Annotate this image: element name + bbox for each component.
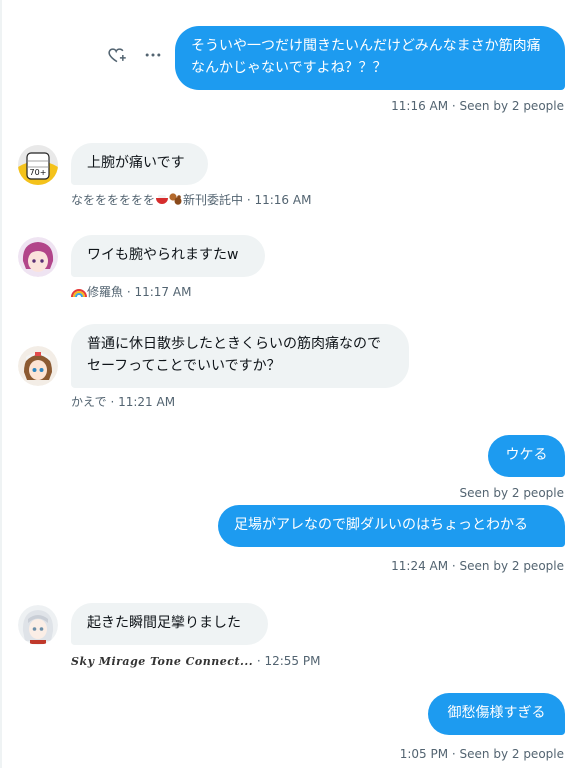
message-meta: 11:24 AM · Seen by 2 people bbox=[391, 559, 564, 573]
message-bubble-incoming[interactable]: 上腕が痛いです bbox=[71, 143, 208, 185]
message-meta: 1:05 PM · Seen by 2 people bbox=[399, 747, 564, 761]
avatar[interactable] bbox=[18, 346, 58, 386]
left-border bbox=[0, 0, 2, 768]
avatar[interactable] bbox=[18, 605, 58, 645]
sender-name[interactable]: Sky Mirage Tone Connect... bbox=[71, 655, 253, 668]
message-time: · 12:55 PM bbox=[253, 654, 321, 668]
message-bubble-outgoing[interactable]: ウケる bbox=[488, 435, 565, 477]
more-icon[interactable] bbox=[142, 44, 164, 66]
message-meta: 11:16 AM · Seen by 2 people bbox=[391, 99, 564, 113]
message-meta: かえで · 11:21 AM bbox=[71, 394, 175, 410]
message-bubble-outgoing[interactable]: 御愁傷様すぎる bbox=[428, 693, 565, 735]
message-meta: なをををををを 新刊委託中 · 11:16 AM bbox=[71, 192, 311, 210]
message-time: · 11:16 AM bbox=[243, 193, 312, 207]
sender-suffix: 新刊委託中 bbox=[183, 193, 244, 207]
svg-text:70+: 70+ bbox=[30, 168, 47, 177]
avatar[interactable] bbox=[18, 237, 58, 277]
message-bubble-incoming[interactable]: 普通に休日散歩したときくらいの筋肉痛なのでセーフってことでいいですか？ bbox=[71, 324, 409, 388]
avatar[interactable]: 70+ bbox=[18, 145, 58, 185]
bowl-emoji-icon bbox=[155, 192, 169, 210]
message-meta: Sky Mirage Tone Connect... · 12:55 PM bbox=[71, 653, 320, 670]
rainbow-emoji-icon bbox=[71, 284, 87, 302]
sender-name[interactable]: なをををををを bbox=[71, 193, 155, 207]
message-meta: 修羅魚 · 11:17 AM bbox=[71, 284, 191, 302]
squirrel-emoji-icon bbox=[169, 192, 183, 210]
sender-name[interactable]: かえで bbox=[71, 395, 107, 409]
message-time: · 11:17 AM bbox=[123, 285, 192, 299]
message-time: · 11:21 AM bbox=[106, 395, 176, 409]
message-bubble-incoming[interactable]: 起きた瞬間足攣りました bbox=[71, 603, 268, 645]
message-bubble-outgoing[interactable]: 足場がアレなので脚ダルいのはちょっとわかる bbox=[218, 505, 565, 547]
react-heart-plus-icon[interactable] bbox=[106, 44, 128, 66]
sender-name[interactable]: 修羅魚 bbox=[87, 285, 123, 299]
message-bubble-incoming[interactable]: ワイも腕やられますたw bbox=[71, 235, 265, 277]
message-bubble-outgoing[interactable]: そういや一つだけ聞きたいんだけどみんなまさか筋肉痛なんかじゃないですよね？？？ bbox=[175, 26, 565, 90]
message-meta: Seen by 2 people bbox=[459, 486, 564, 500]
